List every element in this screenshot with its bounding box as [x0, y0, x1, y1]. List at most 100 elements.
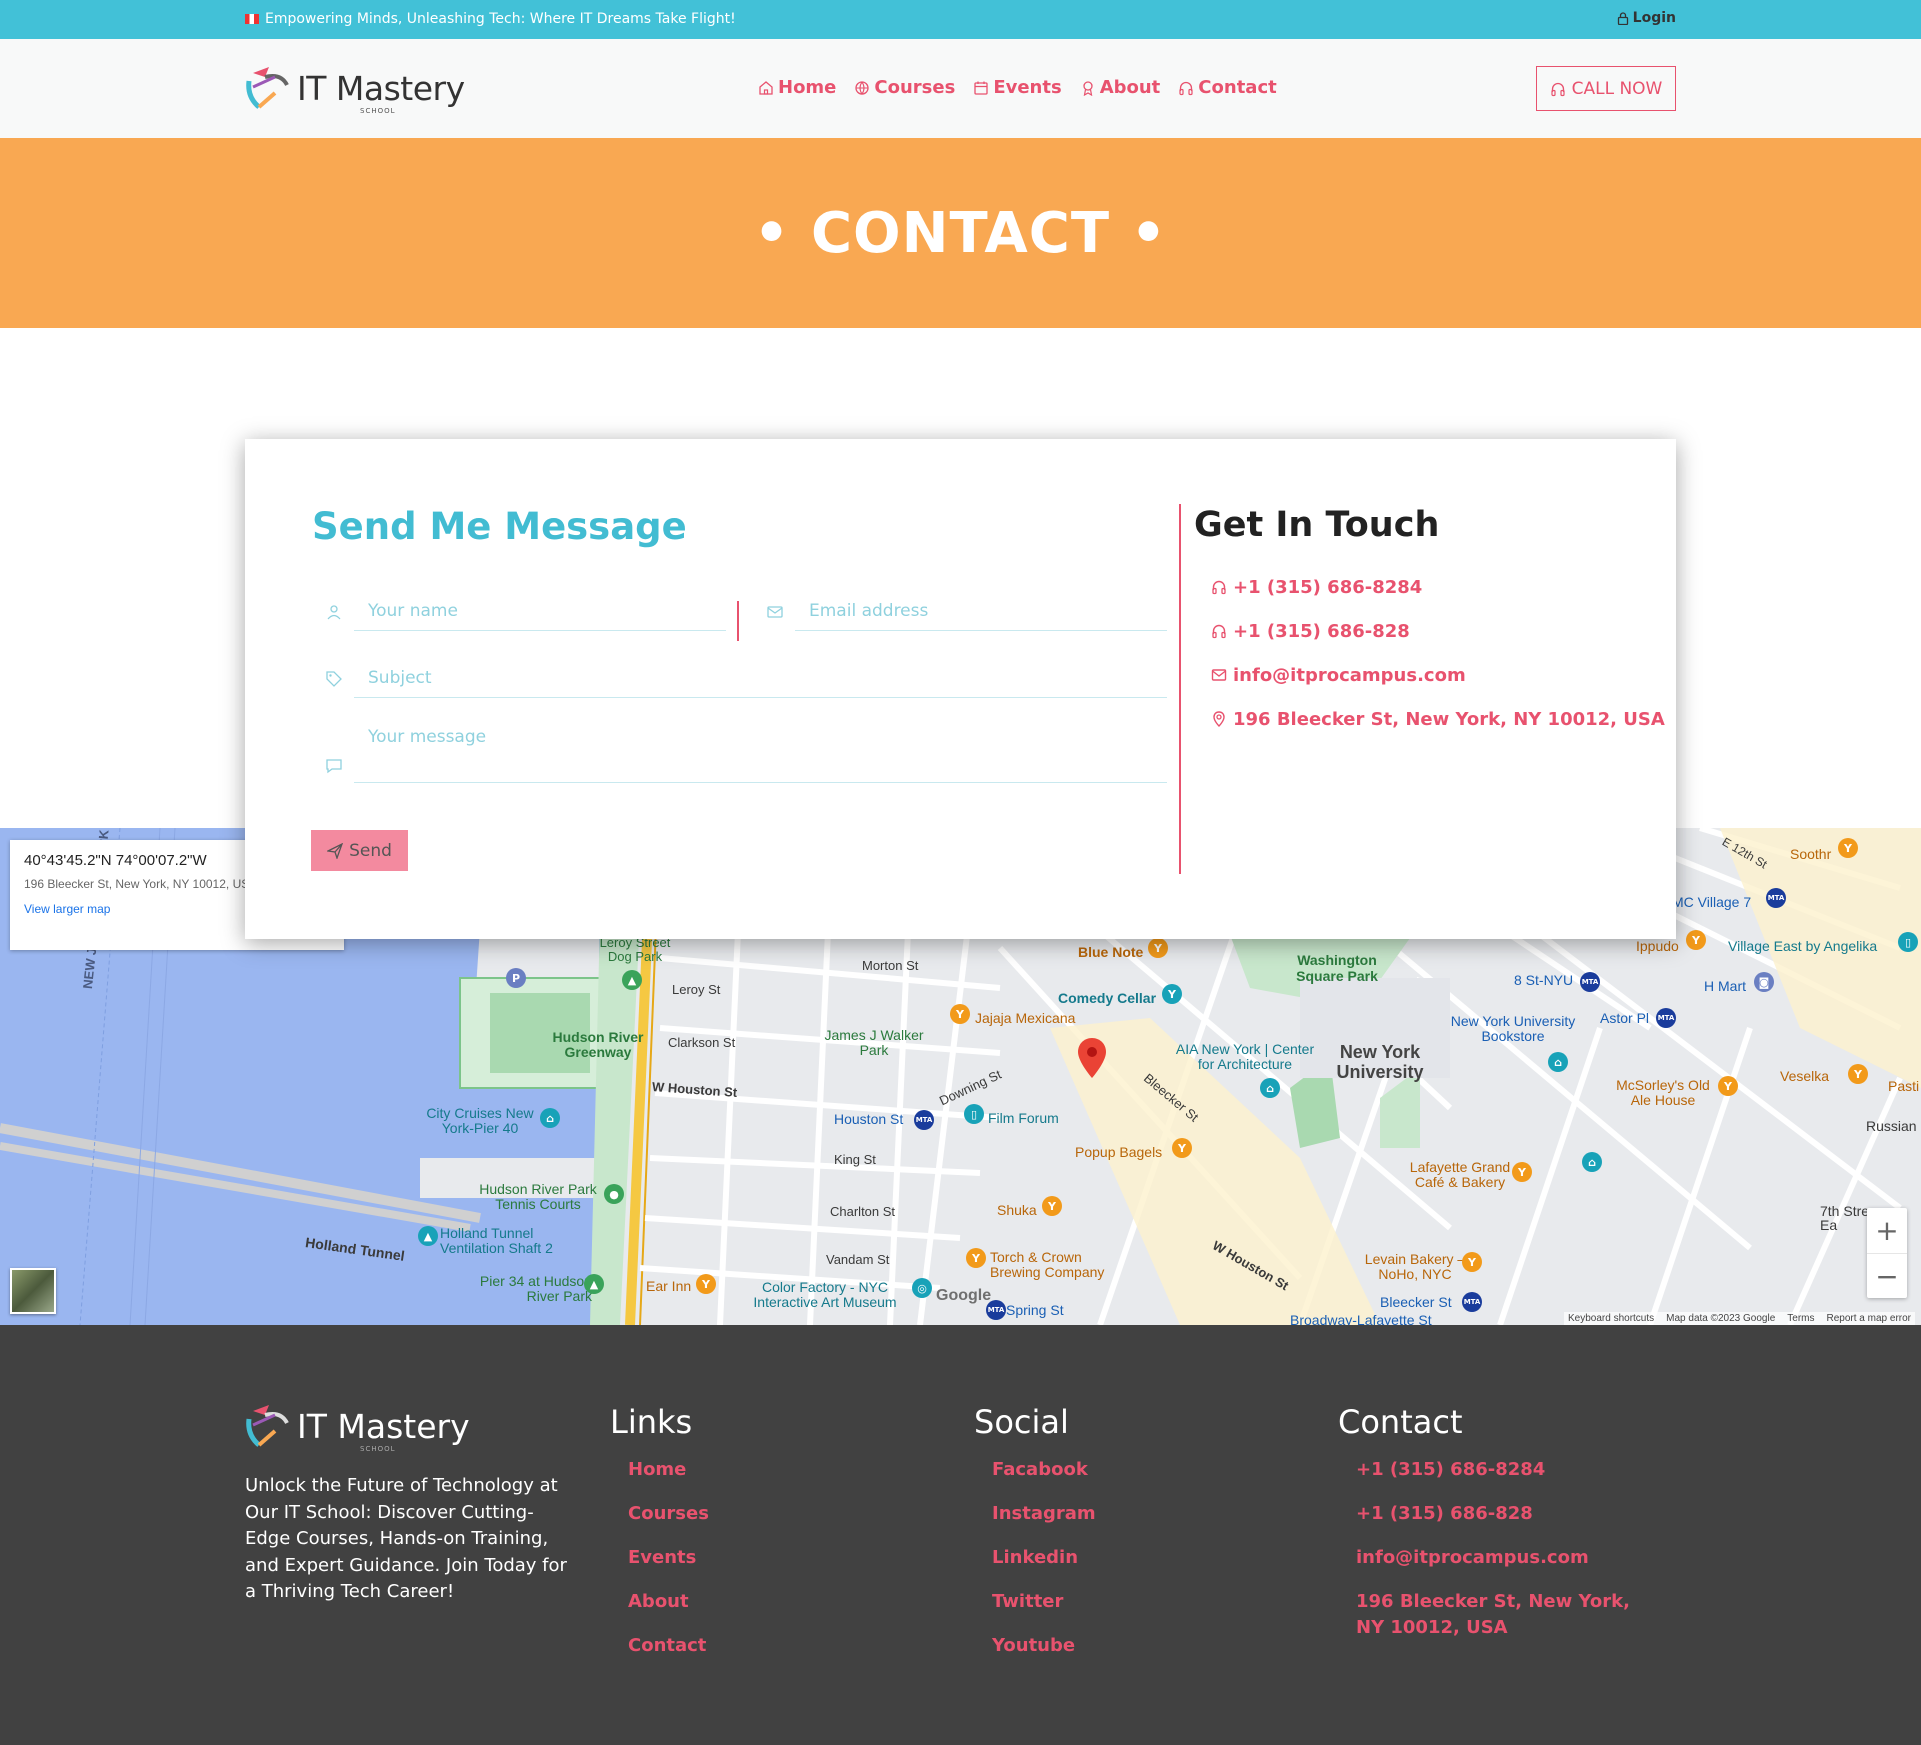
footer-links-title: Links: [610, 1403, 693, 1441]
nav-contact[interactable]: Contact: [1178, 77, 1277, 98]
keyboard-shortcuts-link[interactable]: Keyboard shortcuts: [1568, 1313, 1654, 1324]
restaurant-pin-icon[interactable]: Y: [966, 1248, 986, 1268]
contact-phone-1[interactable]: +1 (315) 686-8284: [1211, 565, 1665, 609]
location-marker-icon[interactable]: [1078, 1038, 1106, 1078]
parking-icon[interactable]: P: [506, 968, 526, 988]
footer-address[interactable]: 196 Bleecker St, New York, NY 10012, USA: [1338, 1589, 1638, 1640]
map-label-holland-shaft: Holland Tunnel Ventilation Shaft 2: [440, 1225, 553, 1256]
restaurant-pin-icon[interactable]: Y: [1838, 838, 1858, 858]
restaurant-pin-icon[interactable]: Y: [1148, 938, 1168, 958]
subway-icon[interactable]: MTA: [1462, 1292, 1482, 1312]
contact-phone-2-text: +1 (315) 686-828: [1233, 620, 1410, 642]
send-button[interactable]: Send: [311, 830, 408, 871]
restaurant-pin-icon[interactable]: Y: [1718, 1076, 1738, 1096]
subject-input[interactable]: [354, 658, 1167, 698]
restaurant-pin-icon[interactable]: Y: [1686, 930, 1706, 950]
restaurant-pin-icon[interactable]: Y: [1512, 1162, 1532, 1182]
park-pin-icon[interactable]: ▲: [622, 970, 642, 990]
zoom-in-button[interactable]: +: [1867, 1208, 1907, 1253]
attraction-pin-icon[interactable]: ◎: [912, 1278, 932, 1298]
attraction-pin-icon[interactable]: Y: [1162, 984, 1182, 1004]
email-input[interactable]: [795, 591, 1167, 631]
footer-link-about[interactable]: About: [610, 1589, 709, 1615]
map-label-soothr: Soothr: [1790, 846, 1832, 862]
map-label-russian: Russian: [1866, 1118, 1917, 1134]
attraction-pin-icon[interactable]: ⌂: [1582, 1152, 1602, 1172]
subway-icon[interactable]: MTA: [1656, 1008, 1676, 1028]
footer-link-home[interactable]: Home: [610, 1457, 709, 1483]
subway-icon[interactable]: MTA: [1580, 972, 1600, 992]
social-link-linkedin[interactable]: Linkedin: [974, 1545, 1096, 1571]
nav-about-label: About: [1099, 77, 1161, 98]
attraction-pin-icon[interactable]: ▯: [1898, 932, 1918, 952]
call-now-button[interactable]: CALL NOW: [1536, 66, 1676, 111]
subway-icon[interactable]: MTA: [914, 1110, 934, 1130]
social-link-instagram[interactable]: Instagram: [974, 1501, 1096, 1527]
map-label-village-east: Village East by Angelika: [1728, 938, 1878, 954]
restaurant-pin-icon[interactable]: Y: [950, 1004, 970, 1024]
nav-home[interactable]: Home: [758, 77, 836, 98]
footer-phone-2[interactable]: +1 (315) 686-828: [1338, 1501, 1638, 1527]
restaurant-pin-icon[interactable]: Y: [1042, 1196, 1062, 1216]
shopping-pin-icon[interactable]: ◙: [1754, 972, 1774, 992]
park-pin-icon[interactable]: ●: [604, 1184, 624, 1204]
message-textarea[interactable]: [354, 721, 1167, 783]
footer-email[interactable]: info@itprocampus.com: [1338, 1545, 1638, 1571]
footer-link-events[interactable]: Events: [610, 1545, 709, 1571]
social-link-facebook[interactable]: Facabook: [974, 1457, 1096, 1483]
restaurant-pin-icon[interactable]: Y: [1462, 1252, 1482, 1272]
subway-icon[interactable]: MTA: [1766, 888, 1786, 908]
map-label-8st-nyu: 8 St-NYU: [1514, 972, 1574, 988]
park-pin-icon[interactable]: ▲: [584, 1274, 604, 1294]
footer-logo[interactable]: IT Mastery SCHOOL: [245, 1401, 470, 1453]
report-error-link[interactable]: Report a map error: [1827, 1313, 1911, 1324]
social-link-youtube[interactable]: Youtube: [974, 1633, 1096, 1659]
footer-contact-title: Contact: [1338, 1403, 1463, 1441]
award-icon: [1083, 80, 1093, 96]
headphones-icon: [1212, 580, 1226, 595]
zoom-out-button[interactable]: −: [1867, 1253, 1907, 1298]
contact-phone-2[interactable]: +1 (315) 686-828: [1211, 609, 1665, 653]
brand-sub: SCHOOL: [360, 107, 396, 115]
attraction-pin-icon[interactable]: ⌂: [1260, 1078, 1280, 1098]
attraction-pin-icon[interactable]: ▯: [964, 1104, 984, 1124]
contact-email-text: info@itprocampus.com: [1233, 664, 1466, 686]
contact-address-text: 196 Bleecker St, New York, NY 10012, USA: [1233, 708, 1665, 730]
map-label-nyu-bookstore: New York University Bookstore: [1450, 1013, 1576, 1044]
mail-icon: [1211, 669, 1227, 681]
mail-icon: [767, 606, 783, 618]
name-input[interactable]: [354, 591, 726, 631]
social-link-twitter[interactable]: Twitter: [974, 1589, 1096, 1615]
globe-icon: [855, 80, 870, 95]
contact-address[interactable]: 196 Bleecker St, New York, NY 10012, USA: [1211, 697, 1665, 741]
attraction-pin-icon[interactable]: ⌂: [540, 1108, 560, 1128]
attraction-pin-icon[interactable]: ▲: [418, 1226, 438, 1246]
nav-about[interactable]: About: [1080, 77, 1161, 98]
nav-events[interactable]: Events: [973, 77, 1062, 98]
restaurant-pin-icon[interactable]: Y: [696, 1274, 716, 1294]
footer-link-courses[interactable]: Courses: [610, 1501, 709, 1527]
map-label-mcsorley: McSorley's Old Ale House: [1616, 1077, 1710, 1108]
footer-phone-1[interactable]: +1 (315) 686-8284: [1338, 1457, 1638, 1483]
nav-courses[interactable]: Courses: [854, 77, 955, 98]
attraction-pin-icon[interactable]: ⌂: [1548, 1052, 1568, 1072]
site-footer: IT Mastery SCHOOL Unlock the Future of T…: [0, 1325, 1921, 1745]
site-logo[interactable]: IT Mastery SCHOOL: [245, 63, 465, 115]
map-label-pasti: Pasti: [1888, 1078, 1920, 1094]
footer-link-contact[interactable]: Contact: [610, 1633, 709, 1659]
user-icon: [327, 605, 341, 620]
satellite-toggle[interactable]: [10, 1268, 56, 1314]
restaurant-pin-icon[interactable]: Y: [1172, 1138, 1192, 1158]
map-label-morton-st: Morton St: [862, 958, 919, 973]
login-link[interactable]: Login: [1617, 10, 1676, 26]
terms-link[interactable]: Terms: [1787, 1313, 1814, 1324]
contact-email[interactable]: info@itprocampus.com: [1211, 653, 1665, 697]
restaurant-pin-icon[interactable]: Y: [1848, 1064, 1868, 1084]
get-in-touch-title: Get In Touch: [1194, 505, 1440, 545]
nav-events-label: Events: [993, 77, 1062, 98]
call-now-label: CALL NOW: [1571, 78, 1663, 99]
chat-icon: [326, 759, 342, 774]
map-label-shuka: Shuka: [997, 1202, 1037, 1218]
map-label-clarkson-st: Clarkson St: [668, 1035, 736, 1050]
nav-home-label: Home: [778, 77, 837, 98]
